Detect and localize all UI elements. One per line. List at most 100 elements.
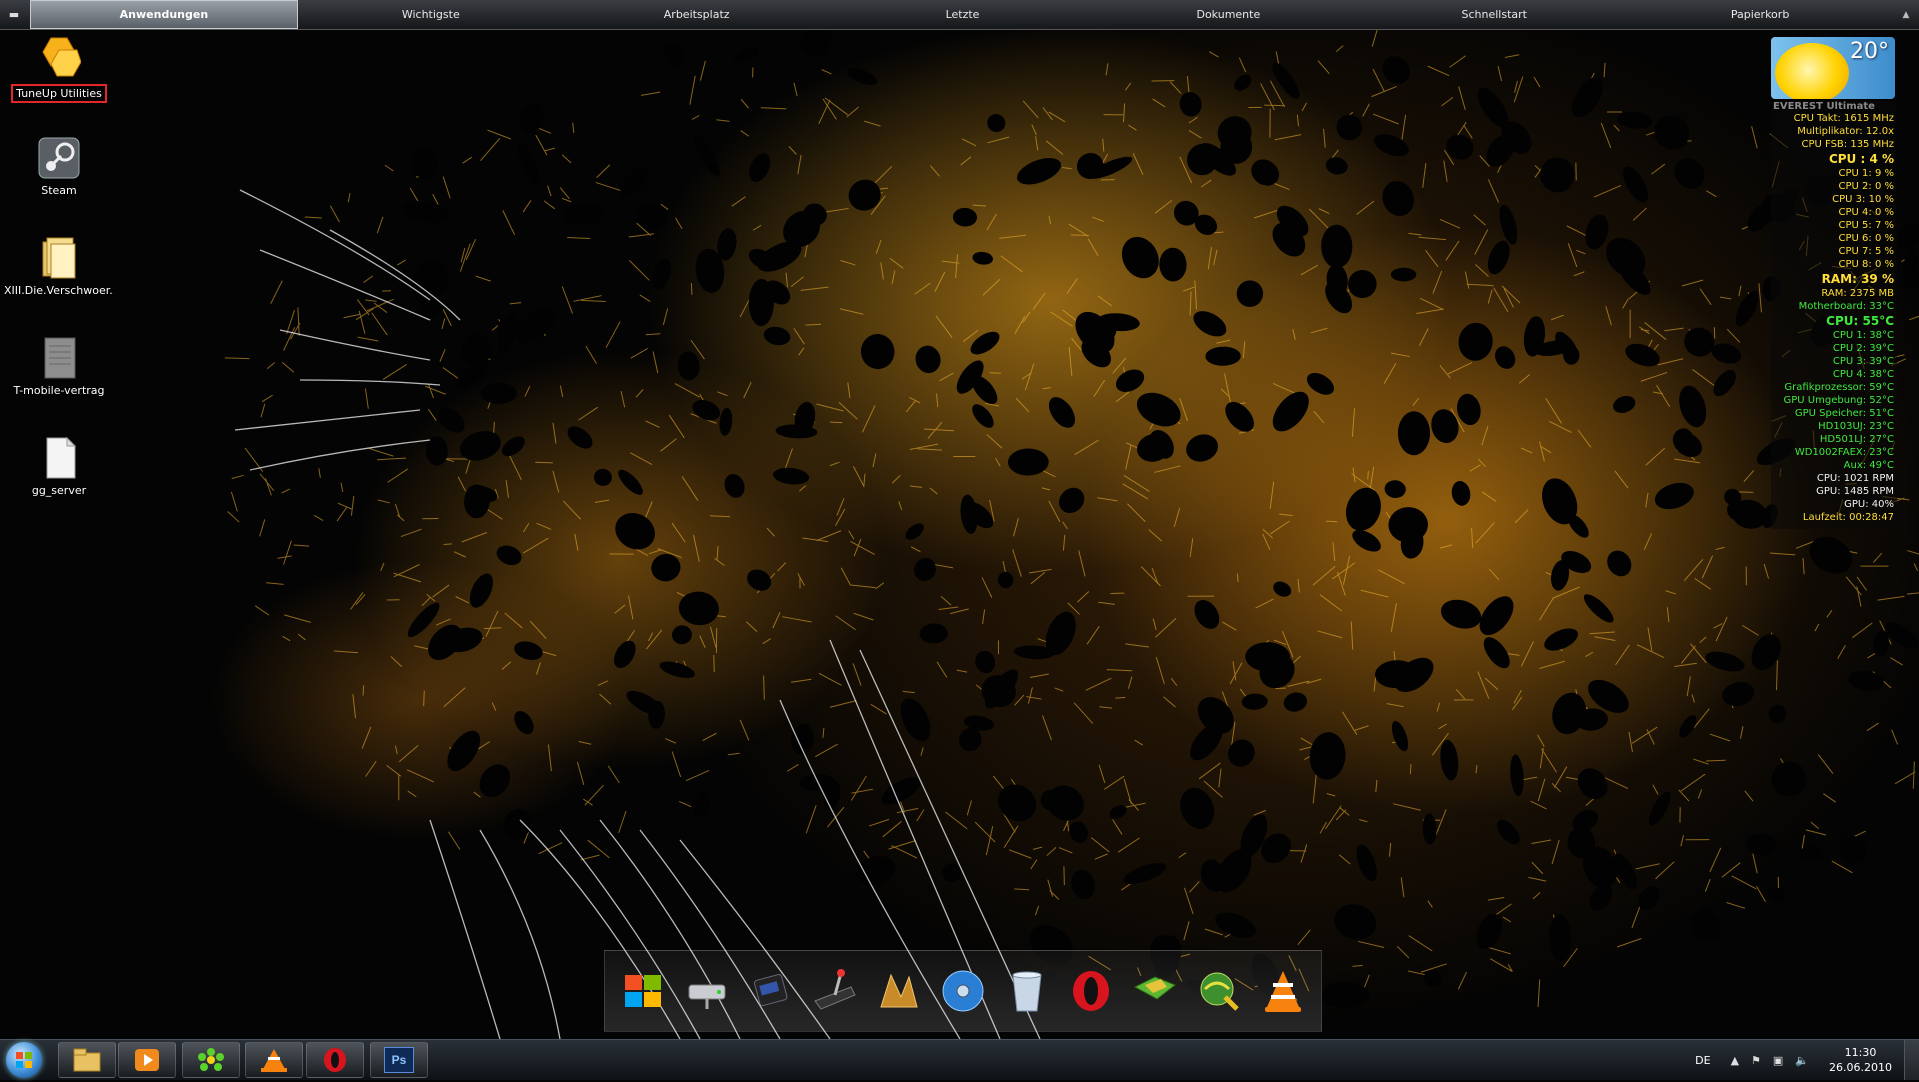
taskbar-photoshop-button[interactable]: Ps [370,1042,428,1078]
tab-anwendungen[interactable]: Anwendungen [30,0,298,29]
sensor-reading: CPU 5: 7 % [1771,219,1897,232]
desktop-icon-label: Steam [4,184,114,197]
network-drive-icon[interactable] [679,963,735,1019]
sensor-reading: CPU 3: 10 % [1771,193,1897,206]
taskbar-opera-button[interactable] [306,1042,364,1078]
sensor-reading: Aux: 49°C [1771,459,1897,472]
windows-icon[interactable] [615,963,671,1019]
taskbar: Ps DE ▲ ⚑ ▣ 🔈 11:30 26.06.2010 [0,1039,1919,1080]
application-dock [604,950,1322,1032]
sensor-reading: HD103UJ: 23°C [1771,420,1897,433]
sensor-reading: Laufzeit: 00:28:47 [1771,511,1897,524]
sensor-reading: CPU 2: 39°C [1771,342,1897,355]
file-icon [37,436,81,480]
sensor-reading: Multiplikator: 12.0x [1771,125,1897,138]
system-tray: DE ▲ ⚑ ▣ 🔈 11:30 26.06.2010 [1695,1040,1919,1080]
sensor-reading: GPU: 40% [1771,498,1897,511]
dvd-icon[interactable] [935,963,991,1019]
weather-widget[interactable]: 20° [1771,37,1895,99]
game-icon[interactable] [871,963,927,1019]
folder-icon [37,236,81,280]
sensor-reading: CPU 6: 0 % [1771,232,1897,245]
vlc-icon[interactable] [1255,963,1311,1019]
top-launcher-bar: ▬ Anwendungen Wichtigste Arbeitsplatz Le… [0,0,1919,30]
sensor-reading: CPU Takt: 1615 MHz [1771,112,1897,125]
show-desktop-button[interactable] [1904,1040,1919,1080]
sensor-reading: GPU Umgebung: 52°C [1771,394,1897,407]
map-icon[interactable] [1127,963,1183,1019]
sensor-reading: CPU 3: 39°C [1771,355,1897,368]
sensor-reading: WD1002FAEX: 23°C [1771,446,1897,459]
sensor-reading: GPU Speicher: 51°C [1771,407,1897,420]
photoshop-icon: Ps [384,1047,414,1073]
tab-arbeitsplatz[interactable]: Arbeitsplatz [564,1,830,28]
sensor-reading: GPU: 1485 RPM [1771,485,1897,498]
document-icon [37,336,81,380]
globe-icon[interactable] [1191,963,1247,1019]
opera-icon[interactable] [1063,963,1119,1019]
flag-icon[interactable]: ⚑ [1751,1054,1761,1067]
language-indicator[interactable]: DE [1695,1054,1710,1067]
windows-logo-icon [6,1042,42,1078]
everest-title: EVEREST Ultimate [1771,101,1897,112]
desktop-icon-folder[interactable]: XIII.Die.Verschwoer... [4,236,114,297]
network-icon[interactable]: ▣ [1773,1054,1783,1067]
clock-date: 26.06.2010 [1829,1060,1892,1075]
sensor-reading: RAM: 2375 MB [1771,287,1897,300]
sensor-reading: CPU FSB: 135 MHz [1771,138,1897,151]
sensor-reading: CPU 4: 38°C [1771,368,1897,381]
sensor-reading: HD501LJ: 27°C [1771,433,1897,446]
menu-icon[interactable]: ▬ [0,0,28,29]
recycle-bin-icon[interactable] [999,963,1055,1019]
sensor-reading: Grafikprozessor: 59°C [1771,381,1897,394]
sensor-reading: CPU 1: 38°C [1771,329,1897,342]
tab-wichtigste[interactable]: Wichtigste [298,1,564,28]
tab-papierkorb[interactable]: Papierkorb [1627,1,1893,28]
clock[interactable]: 11:30 26.06.2010 [1829,1045,1892,1075]
opera-icon [320,1047,350,1073]
tuneup-icon [37,36,81,80]
tab-dokumente[interactable]: Dokumente [1095,1,1361,28]
speaker-icon[interactable]: 🔈 [1795,1054,1809,1067]
sensor-reading: CPU: 55°C [1771,313,1897,329]
desktop-icon-label: TuneUp Utilities [11,84,107,103]
steam-icon [37,136,81,180]
joystick-icon[interactable] [807,963,863,1019]
desktop-icon-label: XIII.Die.Verschwoer... [4,284,114,297]
taskbar-icq-button[interactable] [182,1042,240,1078]
sun-icon [1775,43,1849,99]
sensor-reading: CPU : 4 % [1771,151,1897,167]
icq-icon [196,1047,226,1073]
desktop-icon-t-mobile[interactable]: T-mobile-vertrag [4,336,114,397]
desktop-icon-label: T-mobile-vertrag [4,384,114,397]
sensor-reading: CPU 7: 5 % [1771,245,1897,258]
media-device-icon[interactable] [743,963,799,1019]
sensor-reading: CPU 4: 0 % [1771,206,1897,219]
sensor-reading: CPU 1: 9 % [1771,167,1897,180]
tab-schnellstart[interactable]: Schnellstart [1361,1,1627,28]
sensor-reading: CPU 8: 0 % [1771,258,1897,271]
taskbar-explorer-button[interactable] [58,1042,116,1078]
desktop-icon-label: gg_server [4,484,114,497]
desktop-wallpaper [0,0,1919,1079]
tab-letzte[interactable]: Letzte [830,1,1096,28]
desktop-icon-gg-server[interactable]: gg_server [4,436,114,497]
taskbar-media-player-button[interactable] [118,1042,176,1078]
taskbar-vlc-button[interactable] [245,1042,303,1078]
desktop-icon-tuneup[interactable]: TuneUp Utilities [4,36,114,107]
media-player-icon [132,1047,162,1073]
everest-sensor-panel: EVEREST Ultimate CPU Takt: 1615 MHzMulti… [1771,101,1897,529]
vlc-icon [259,1047,289,1073]
leopard-wallpaper-art [0,0,1919,1079]
sensor-reading: RAM: 39 % [1771,271,1897,287]
sensor-reading: CPU: 1021 RPM [1771,472,1897,485]
sensor-reading: Motherboard: 33°C [1771,300,1897,313]
desktop-icon-steam[interactable]: Steam [4,136,114,197]
chevron-up-icon[interactable]: ▲ [1731,1054,1739,1067]
start-button[interactable] [6,1042,42,1078]
sensor-reading: CPU 2: 0 % [1771,180,1897,193]
chevron-up-icon[interactable]: ▲ [1893,0,1919,29]
weather-temperature: 20° [1850,39,1889,64]
explorer-icon [72,1047,102,1073]
clock-time: 11:30 [1829,1045,1892,1060]
